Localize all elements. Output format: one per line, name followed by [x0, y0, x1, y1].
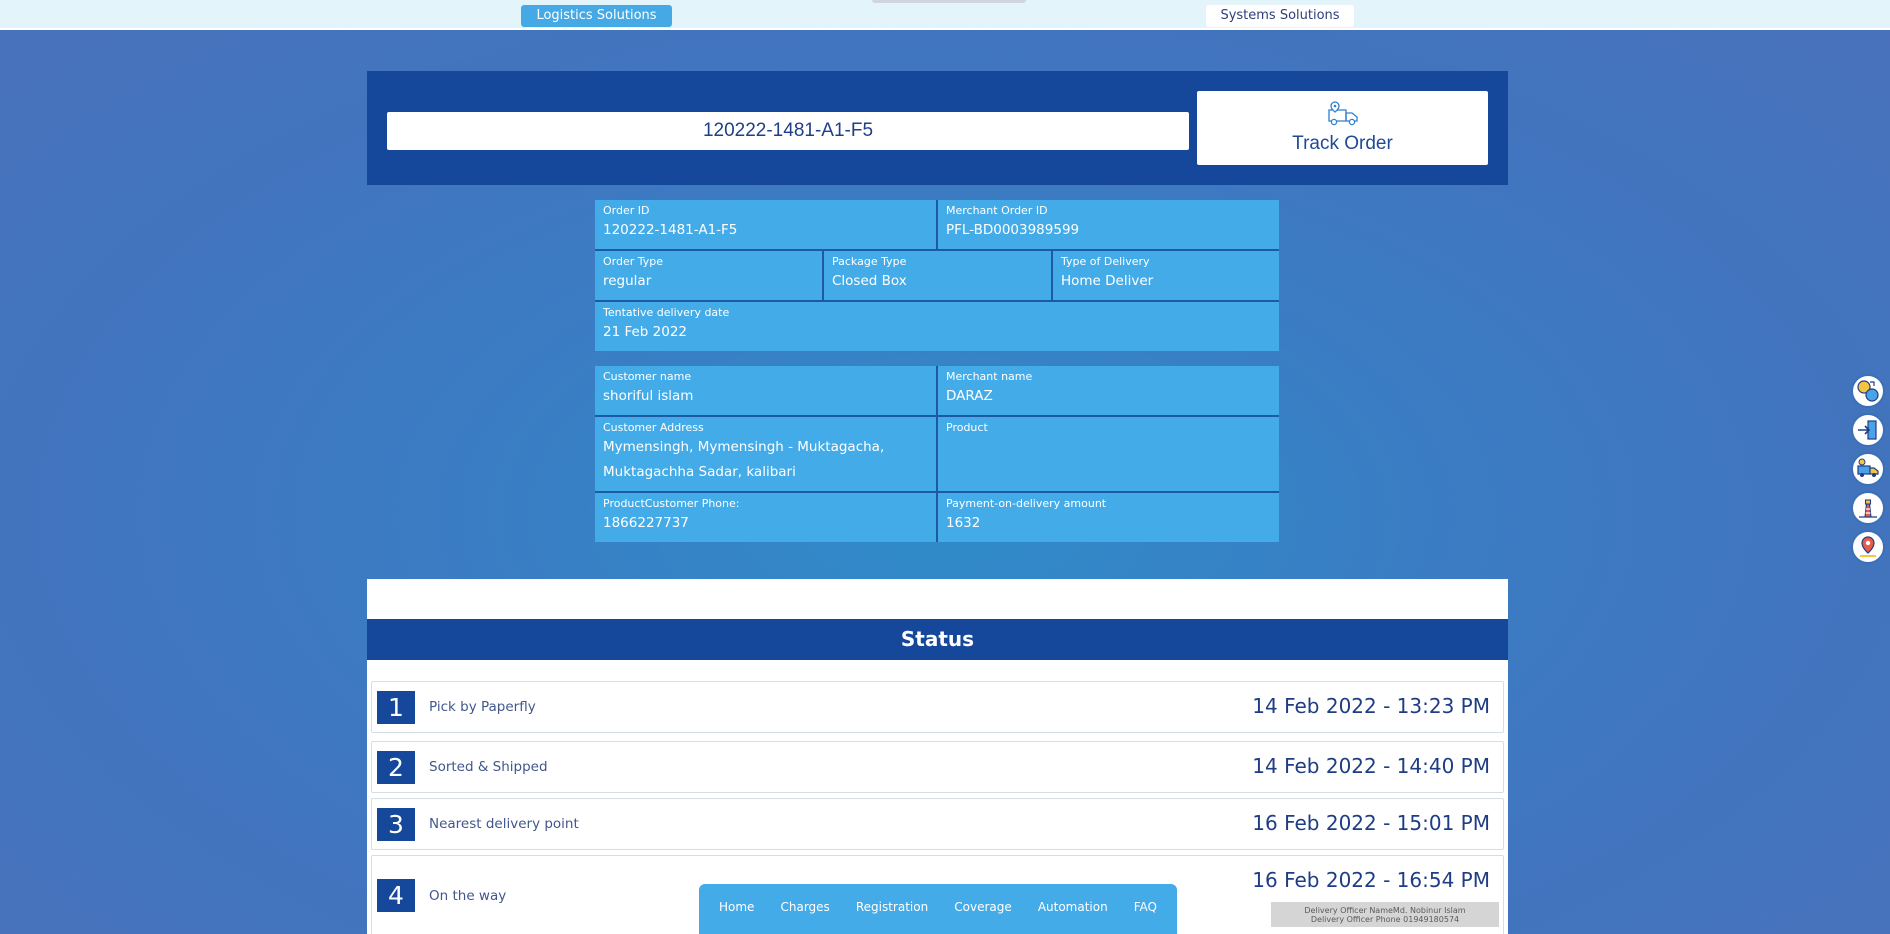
customer-name-cell: Customer name shoriful islam	[595, 366, 936, 415]
merchant-name-value: DARAZ	[946, 388, 993, 404]
customer-address-line2: Muktagachha Sadar, kalibari	[603, 464, 796, 480]
order-id-label: Order ID	[603, 204, 650, 217]
step-name: Sorted & Shipped	[429, 759, 548, 775]
step-number: 2	[377, 751, 415, 784]
track-order-button[interactable]: Track Order	[1197, 91, 1488, 165]
status-step: 1 Pick by Paperfly 14 Feb 2022 - 13:23 P…	[371, 681, 1504, 733]
merchant-order-id-label: Merchant Order ID	[946, 204, 1048, 217]
logistics-solutions-tab[interactable]: Logistics Solutions	[521, 5, 672, 27]
order-id-cell: Order ID 120222-1481-A1-F5	[595, 200, 936, 249]
systems-solutions-tab[interactable]: Systems Solutions	[1206, 5, 1354, 27]
package-type-value: Closed Box	[832, 273, 907, 289]
pod-amount-cell: Payment-on-delivery amount 1632	[938, 493, 1279, 542]
status-heading: Status	[367, 619, 1508, 660]
customer-info-table: Customer name shoriful islam Merchant na…	[595, 366, 1279, 542]
step-number: 3	[377, 808, 415, 841]
product-cell: Product	[938, 417, 1279, 491]
package-type-cell: Package Type Closed Box	[824, 251, 1051, 300]
step-time: 16 Feb 2022 - 15:01 PM	[1252, 811, 1490, 835]
nav-home[interactable]: Home	[719, 900, 754, 918]
merchant-order-id-cell: Merchant Order ID PFL-BD0003989599	[938, 200, 1279, 249]
step-name: Nearest delivery point	[429, 816, 579, 832]
customer-address-line1: Mymensingh, Mymensingh - Muktagacha,	[603, 439, 885, 455]
pod-amount-value: 1632	[946, 515, 981, 531]
status-step: 3 Nearest delivery point 16 Feb 2022 - 1…	[371, 798, 1504, 850]
step-time: 16 Feb 2022 - 16:54 PM	[1252, 868, 1490, 892]
delivery-officer-info: Delivery Officer NameMd. Nobinur Islam D…	[1271, 902, 1499, 927]
nav-automation[interactable]: Automation	[1038, 900, 1108, 918]
delivery-truck-icon	[1326, 101, 1360, 131]
track-order-label: Track Order	[1292, 133, 1393, 154]
step-name: On the way	[429, 888, 507, 904]
bottom-nav: Home Charges Registration Coverage Autom…	[699, 884, 1177, 934]
customer-phone-value: 1866227737	[603, 515, 689, 531]
pod-amount-label: Payment-on-delivery amount	[946, 497, 1107, 510]
side-icon-bar	[1851, 374, 1887, 569]
order-type-cell: Order Type regular	[595, 251, 822, 300]
top-bar: Logistics Solutions Systems Solutions	[0, 0, 1890, 30]
delivery-officer-name: Delivery Officer NameMd. Nobinur Islam	[1304, 906, 1466, 915]
customer-name-label: Customer name	[603, 370, 692, 383]
tentative-date-value: 21 Feb 2022	[603, 324, 688, 340]
order-info-table: Order ID 120222-1481-A1-F5 Merchant Orde…	[595, 200, 1279, 351]
delivery-truck-icon[interactable]	[1851, 452, 1885, 486]
order-type-value: regular	[603, 273, 652, 289]
tentative-date-label: Tentative delivery date	[603, 306, 730, 319]
delivery-type-value: Home Deliver	[1061, 273, 1154, 289]
delivery-officer-phone: Delivery Officer Phone 01949180574	[1310, 915, 1460, 924]
customer-address-cell: Customer Address Mymensingh, Mymensingh …	[595, 417, 936, 491]
merchant-name-label: Merchant name	[946, 370, 1033, 383]
lighthouse-icon[interactable]	[1851, 491, 1885, 525]
nav-coverage[interactable]: Coverage	[954, 900, 1012, 918]
top-decor-strip	[872, 0, 1026, 3]
package-type-label: Package Type	[832, 255, 907, 268]
login-icon[interactable]	[1851, 413, 1885, 447]
merchant-name-cell: Merchant name DARAZ	[938, 366, 1279, 415]
product-label: Product	[946, 421, 988, 434]
tentative-date-cell: Tentative delivery date 21 Feb 2022	[595, 302, 1279, 351]
status-step: 2 Sorted & Shipped 14 Feb 2022 - 14:40 P…	[371, 741, 1504, 793]
merchant-order-id-value: PFL-BD0003989599	[946, 222, 1080, 238]
nav-charges[interactable]: Charges	[780, 900, 829, 918]
step-number: 1	[377, 691, 415, 724]
order-id-value: 120222-1481-A1-F5	[603, 222, 738, 238]
step-time: 14 Feb 2022 - 14:40 PM	[1252, 754, 1490, 778]
delivery-type-label: Type of Delivery	[1061, 255, 1150, 268]
order-id-input[interactable]	[387, 112, 1189, 150]
customer-phone-label: ProductCustomer Phone:	[603, 497, 740, 510]
customer-name-value: shoriful islam	[603, 388, 694, 404]
tracking-search-panel: Track Order	[367, 71, 1508, 185]
status-panel: Status 1 Pick by Paperfly 14 Feb 2022 - …	[367, 579, 1508, 934]
nav-registration[interactable]: Registration	[856, 900, 928, 918]
step-number: 4	[377, 879, 415, 912]
step-name: Pick by Paperfly	[429, 699, 536, 715]
customer-phone-cell: ProductCustomer Phone: 1866227737	[595, 493, 936, 542]
step-time: 14 Feb 2022 - 13:23 PM	[1252, 694, 1490, 718]
delivery-type-cell: Type of Delivery Home Deliver	[1053, 251, 1279, 300]
currency-exchange-icon[interactable]	[1851, 374, 1885, 408]
order-type-label: Order Type	[603, 255, 664, 268]
location-pin-icon[interactable]	[1851, 530, 1885, 564]
customer-address-label: Customer Address	[603, 421, 704, 434]
nav-faq[interactable]: FAQ	[1134, 900, 1157, 918]
